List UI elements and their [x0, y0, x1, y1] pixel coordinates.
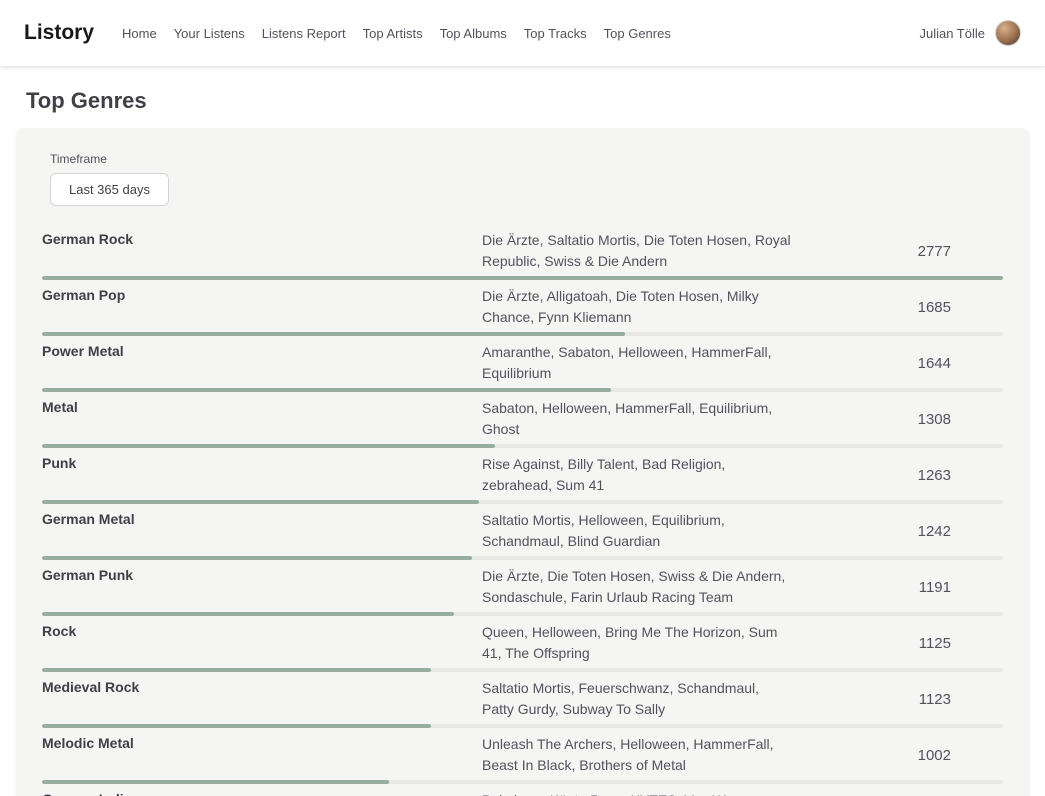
genre-name: Rock	[42, 622, 482, 639]
genre-progress-fill	[42, 780, 389, 784]
genre-progress-track	[42, 276, 1003, 280]
genre-progress-fill	[42, 388, 611, 392]
genre-progress-fill	[42, 724, 431, 728]
user-avatar[interactable]	[995, 20, 1021, 46]
genre-name: Metal	[42, 398, 482, 415]
genre-count: 1125	[792, 635, 1003, 652]
timeframe-label: Timeframe	[50, 152, 1003, 166]
genre-table: German Rock Die Ärzte, Saltatio Mortis, …	[42, 224, 1003, 796]
genre-progress-fill	[42, 500, 479, 504]
genre-progress-track	[42, 668, 1003, 672]
genre-row: Power Metal Amaranthe, Sabaton, Hellowee…	[42, 336, 1003, 392]
nav-link-top-albums[interactable]: Top Albums	[440, 26, 507, 41]
genre-name: German Indie	[42, 790, 482, 796]
main-content: Top Genres Timeframe Last 365 days Germa…	[0, 88, 1045, 796]
genre-progress-track	[42, 444, 1003, 448]
genre-progress-fill	[42, 612, 454, 616]
page-title: Top Genres	[26, 88, 1045, 114]
genre-artists: Sabaton, Helloween, HammerFall, Equilibr…	[482, 398, 792, 440]
genre-count: 1123	[792, 691, 1003, 708]
genre-row: Medieval Rock Saltatio Mortis, Feuerschw…	[42, 672, 1003, 728]
genre-progress-fill	[42, 332, 625, 336]
brand-logo[interactable]: Listory	[24, 21, 94, 45]
genre-artists: Unleash The Archers, Helloween, HammerFa…	[482, 734, 792, 776]
genre-row: German Metal Saltatio Mortis, Helloween,…	[42, 504, 1003, 560]
nav-link-listens-report[interactable]: Listens Report	[262, 26, 346, 41]
genre-count: 2777	[792, 243, 1003, 260]
genre-progress-track	[42, 612, 1003, 616]
genre-artists: Die Ärzte, Alligatoah, Die Toten Hosen, …	[482, 286, 792, 328]
genre-progress-track	[42, 332, 1003, 336]
genre-row: Metal Sabaton, Helloween, HammerFall, Eq…	[42, 392, 1003, 448]
genre-name: Punk	[42, 454, 482, 471]
genre-progress-fill	[42, 556, 472, 560]
genre-count: 1242	[792, 523, 1003, 540]
nav-link-top-artists[interactable]: Top Artists	[363, 26, 423, 41]
genre-count: 1644	[792, 355, 1003, 372]
genre-name: Power Metal	[42, 342, 482, 359]
genre-row: Rock Queen, Helloween, Bring Me The Hori…	[42, 616, 1003, 672]
genre-artists: Rise Against, Billy Talent, Bad Religion…	[482, 454, 792, 496]
genre-name: German Pop	[42, 286, 482, 303]
genre-count: 1308	[792, 411, 1003, 428]
genre-count: 1002	[792, 747, 1003, 764]
genre-artists: Amaranthe, Sabaton, Helloween, HammerFal…	[482, 342, 792, 384]
genre-count: 1263	[792, 467, 1003, 484]
genre-name: German Rock	[42, 230, 482, 247]
nav-link-your-listens[interactable]: Your Listens	[174, 26, 245, 41]
user-name[interactable]: Julian Tölle	[919, 26, 985, 41]
genre-progress-fill	[42, 444, 495, 448]
top-genres-card: Timeframe Last 365 days German Rock Die …	[16, 128, 1029, 796]
genre-artists: Queen, Helloween, Bring Me The Horizon, …	[482, 622, 792, 664]
genre-row: German Punk Die Ärzte, Die Toten Hosen, …	[42, 560, 1003, 616]
nav-link-top-genres[interactable]: Top Genres	[604, 26, 671, 41]
nav-link-home[interactable]: Home	[122, 26, 157, 41]
genre-name: Medieval Rock	[42, 678, 482, 695]
nav-links: Home Your Listens Listens Report Top Artist…	[122, 26, 671, 41]
genre-progress-fill	[42, 668, 431, 672]
genre-row: German Pop Die Ärzte, Alligatoah, Die To…	[42, 280, 1003, 336]
genre-artists: Die Ärzte, Die Toten Hosen, Swiss & Die …	[482, 566, 792, 608]
genre-artists: Saltatio Mortis, Helloween, Equilibrium,…	[482, 510, 792, 552]
genre-progress-track	[42, 388, 1003, 392]
genre-progress-track	[42, 500, 1003, 504]
genre-progress-track	[42, 556, 1003, 560]
genre-progress-track	[42, 724, 1003, 728]
genre-count: 1191	[792, 579, 1003, 596]
nav-link-top-tracks[interactable]: Top Tracks	[524, 26, 587, 41]
genre-artists: Die Ärzte, Saltatio Mortis, Die Toten Ho…	[482, 230, 792, 272]
genre-progress-track	[42, 780, 1003, 784]
genre-artists: Bukahara, Käptn Peng, KYTES, Von Wegen L…	[482, 790, 792, 796]
genre-name: German Metal	[42, 510, 482, 527]
genre-name: German Punk	[42, 566, 482, 583]
genre-artists: Saltatio Mortis, Feuerschwanz, Schandmau…	[482, 678, 792, 720]
genre-row: German Indie Bukahara, Käptn Peng, KYTES…	[42, 784, 1003, 796]
genre-row: German Rock Die Ärzte, Saltatio Mortis, …	[42, 224, 1003, 280]
genre-row: Punk Rise Against, Billy Talent, Bad Rel…	[42, 448, 1003, 504]
navbar: Listory Home Your Listens Listens Report To…	[0, 0, 1045, 66]
timeframe-select[interactable]: Last 365 days	[50, 173, 169, 206]
user-menu: Julian Tölle	[919, 20, 1021, 46]
genre-name: Melodic Metal	[42, 734, 482, 751]
genre-count: 1685	[792, 299, 1003, 316]
genre-progress-fill	[42, 276, 1003, 280]
genre-row: Melodic Metal Unleash The Archers, Hello…	[42, 728, 1003, 784]
